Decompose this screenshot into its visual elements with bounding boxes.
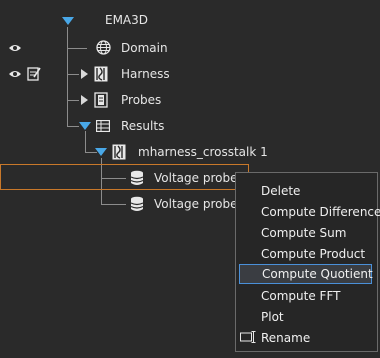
tree-node-ema3d[interactable]: EMA3D	[105, 12, 148, 28]
tree-line	[85, 131, 86, 153]
globe-icon	[96, 40, 111, 55]
tree-line	[101, 204, 126, 205]
tree-line	[67, 100, 79, 101]
expand-toggle[interactable]	[81, 69, 88, 79]
menu-item-compute-fft[interactable]: Compute FFT	[239, 286, 372, 306]
tree-line	[67, 126, 79, 127]
eye-icon[interactable]	[8, 69, 22, 79]
tree-line	[67, 27, 68, 127]
expand-toggle[interactable]	[95, 148, 107, 156]
tree-line	[67, 74, 79, 75]
edit-icon[interactable]	[27, 66, 42, 81]
menu-item-compute-quotient[interactable]: Compute Quotient	[239, 264, 373, 284]
menu-item-plot[interactable]: Plot	[239, 307, 372, 327]
menu-item-rename[interactable]: Rename	[239, 328, 372, 348]
database-icon	[130, 196, 144, 211]
results-icon	[96, 120, 110, 132]
menu-item-compute-sum[interactable]: Compute Sum	[239, 223, 372, 243]
menu-item-compute-difference[interactable]: Compute Difference	[239, 202, 380, 222]
tree-node-results[interactable]: Results	[121, 118, 164, 134]
expand-toggle[interactable]	[62, 17, 74, 25]
probe-icon	[94, 92, 108, 108]
tree-line	[67, 48, 87, 49]
tree-node-harness[interactable]: Harness	[121, 66, 170, 82]
tree-node-probes[interactable]: Probes	[121, 92, 161, 108]
tree-node-domain[interactable]: Domain	[121, 40, 168, 56]
eye-icon[interactable]	[8, 43, 22, 53]
expand-toggle[interactable]	[79, 122, 91, 130]
menu-item-delete[interactable]: Delete	[239, 181, 372, 201]
context-menu: Delete Compute Difference Compute Sum Co…	[235, 172, 380, 352]
database-icon	[130, 170, 144, 185]
harness-result-icon	[112, 144, 126, 160]
menu-item-compute-product[interactable]: Compute Product	[239, 244, 372, 264]
tree-node-mharness-crosstalk[interactable]: mharness_crosstalk 1	[138, 144, 268, 160]
expand-toggle[interactable]	[81, 95, 88, 105]
harness-icon	[94, 66, 108, 82]
